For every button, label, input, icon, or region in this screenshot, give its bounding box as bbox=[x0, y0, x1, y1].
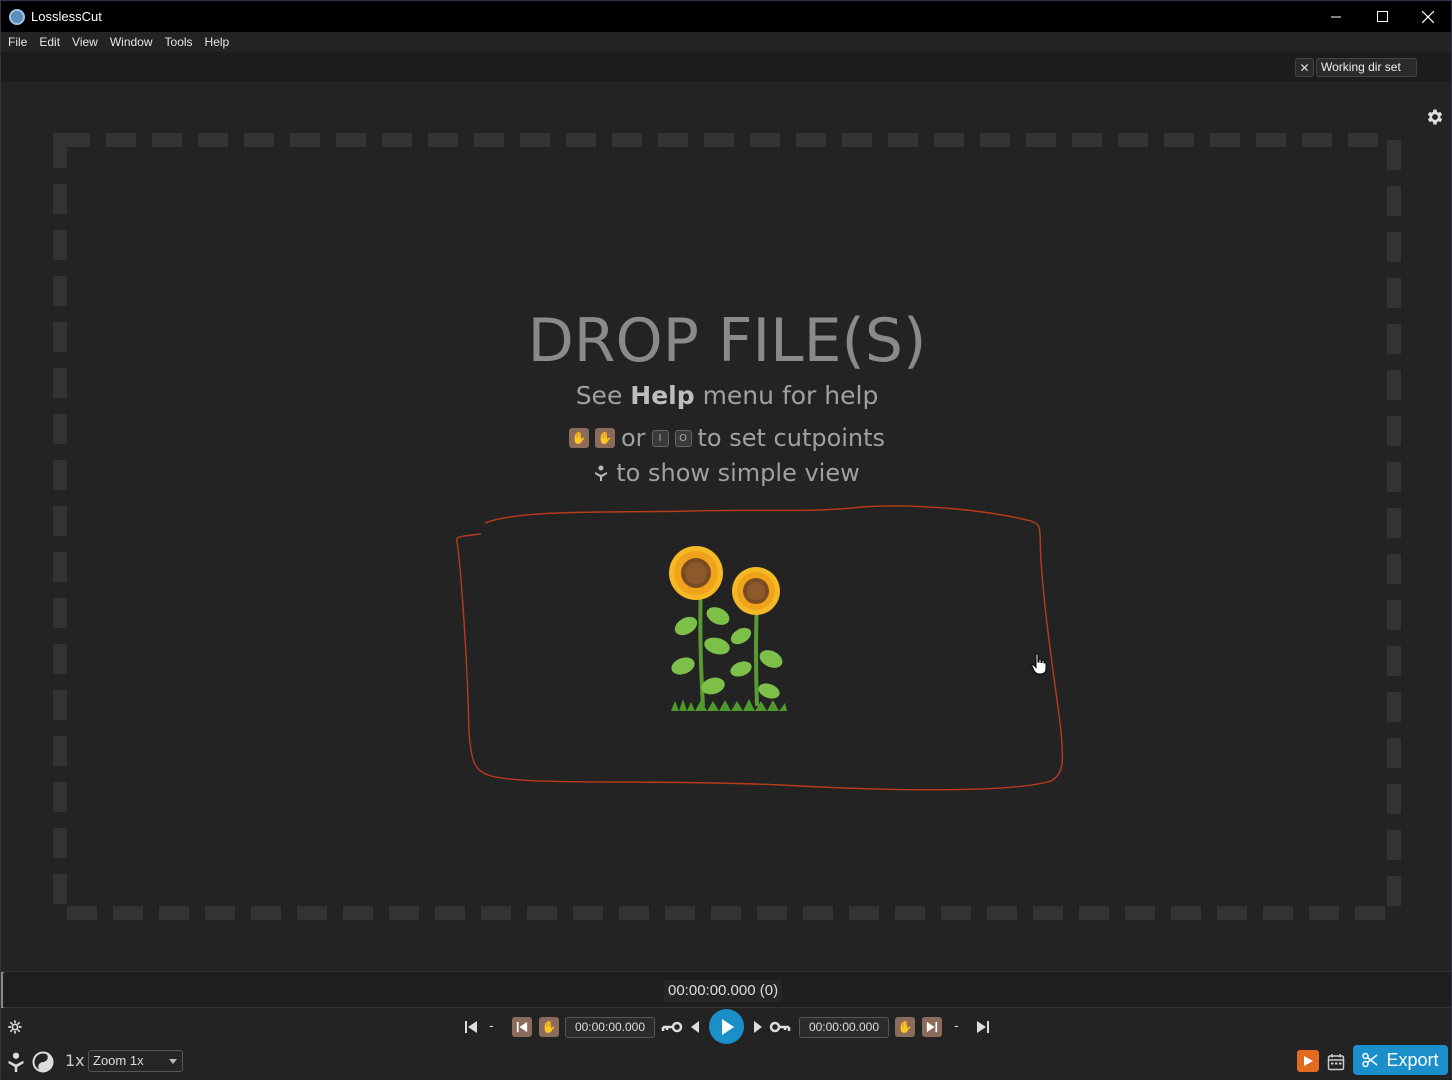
maximize-button[interactable] bbox=[1359, 1, 1405, 32]
minimize-button[interactable] bbox=[1313, 1, 1359, 32]
help-suffix: menu for help bbox=[702, 381, 879, 410]
zoom-select[interactable]: Zoom 1x bbox=[88, 1050, 183, 1072]
menu-window[interactable]: Window bbox=[104, 35, 159, 49]
jump-cut-start-button[interactable] bbox=[512, 1017, 532, 1037]
cut-end-time-input[interactable]: 00:00:00.000 bbox=[799, 1017, 889, 1038]
top-toolbar: ✕ Working dir set bbox=[1, 52, 1451, 125]
cut-start-time-input[interactable]: 00:00:00.000 bbox=[565, 1017, 655, 1038]
jump-cut-end-icon bbox=[926, 1021, 938, 1033]
title-bar: LosslessCut bbox=[1, 1, 1451, 32]
timeline[interactable]: 00:00:00.000 (0) bbox=[1, 971, 1451, 1008]
app-icon bbox=[9, 8, 25, 25]
next-keyframe-icon[interactable] bbox=[769, 1020, 791, 1034]
maximize-icon bbox=[1376, 11, 1388, 22]
next-frame-icon[interactable] bbox=[752, 1020, 764, 1034]
end-dash: - bbox=[954, 1019, 959, 1034]
bottom-bar: 1x Zoom 1x Export bbox=[1, 1045, 1451, 1080]
jump-to-end-icon[interactable] bbox=[976, 1020, 990, 1034]
jump-cut-start-icon bbox=[516, 1021, 528, 1033]
menu-view[interactable]: View bbox=[66, 35, 104, 49]
zoom-select-value: Zoom 1x bbox=[93, 1053, 144, 1068]
export-button[interactable]: Export bbox=[1353, 1045, 1448, 1075]
help-prefix: See bbox=[575, 381, 623, 410]
settings-gear-icon[interactable] bbox=[1425, 107, 1445, 127]
start-dash: - bbox=[489, 1019, 494, 1034]
menu-file[interactable]: File bbox=[2, 35, 33, 49]
timeline-timecode: 00:00:00.000 (0) bbox=[664, 980, 783, 1002]
timeline-bracket bbox=[1, 972, 4, 1008]
play-output-icon bbox=[1304, 1056, 1313, 1066]
cut-or-text: or bbox=[620, 424, 646, 452]
cut-suffix-text: to set cutpoints bbox=[697, 424, 886, 452]
play-button[interactable] bbox=[709, 1009, 744, 1044]
key-o: O bbox=[674, 429, 692, 447]
preview-output-button[interactable] bbox=[1297, 1050, 1319, 1072]
scissors-icon bbox=[1362, 1052, 1378, 1068]
theme-toggle-icon[interactable] bbox=[32, 1051, 54, 1073]
prev-frame-icon[interactable] bbox=[689, 1020, 701, 1034]
close-icon bbox=[1422, 10, 1434, 23]
playback-controls: - ✋ 00:00:00.000 00:00:00.000 ✋ - bbox=[1, 1009, 1451, 1045]
simple-view-hint: to show simple view bbox=[1, 459, 1452, 487]
settings-icon[interactable] bbox=[7, 1019, 23, 1035]
simple-mode-icon bbox=[595, 465, 608, 481]
export-label: Export bbox=[1386, 1049, 1439, 1070]
sunflowers-illustration bbox=[669, 546, 787, 711]
jump-cut-end-button[interactable] bbox=[922, 1017, 942, 1037]
window-title: LosslessCut bbox=[31, 9, 102, 24]
working-dir-button[interactable]: Working dir set bbox=[1316, 58, 1417, 77]
set-cut-end-button[interactable]: ✋ bbox=[895, 1017, 915, 1037]
menu-bar: File Edit View Window Tools Help bbox=[1, 32, 1451, 52]
clear-working-dir-button[interactable]: ✕ bbox=[1295, 58, 1314, 77]
drop-files-title: DROP FILE(S) bbox=[527, 306, 927, 376]
playback-speed[interactable]: 1x bbox=[65, 1051, 85, 1070]
app-window: LosslessCut File Edit View Window Tools … bbox=[0, 0, 1452, 1080]
calendar-icon[interactable] bbox=[1327, 1053, 1345, 1071]
menu-edit[interactable]: Edit bbox=[33, 35, 66, 49]
set-cut-start-icon: ✋ bbox=[568, 428, 589, 448]
prev-keyframe-icon[interactable] bbox=[661, 1020, 683, 1034]
window-controls bbox=[1313, 1, 1451, 32]
close-button[interactable] bbox=[1405, 1, 1451, 32]
menu-help[interactable]: Help bbox=[199, 35, 236, 49]
cutpoint-hint: ✋ ✋ or I O to set cutpoints bbox=[1, 424, 1452, 452]
help-bold: Help bbox=[630, 381, 695, 410]
key-i: I bbox=[651, 429, 669, 447]
help-hint: See Help menu for help bbox=[1, 381, 1452, 410]
set-cut-start-button[interactable]: ✋ bbox=[539, 1017, 559, 1037]
simple-mode-toggle-icon[interactable] bbox=[7, 1052, 25, 1072]
set-cut-end-icon: ✋ bbox=[594, 428, 615, 448]
play-icon bbox=[721, 1018, 734, 1035]
hand-cursor-icon bbox=[1031, 653, 1047, 675]
menu-tools[interactable]: Tools bbox=[159, 35, 199, 49]
minimize-icon bbox=[1330, 16, 1341, 18]
simple-view-text: to show simple view bbox=[616, 459, 860, 487]
jump-to-start-icon[interactable] bbox=[464, 1020, 478, 1034]
chevron-down-icon bbox=[169, 1059, 177, 1064]
